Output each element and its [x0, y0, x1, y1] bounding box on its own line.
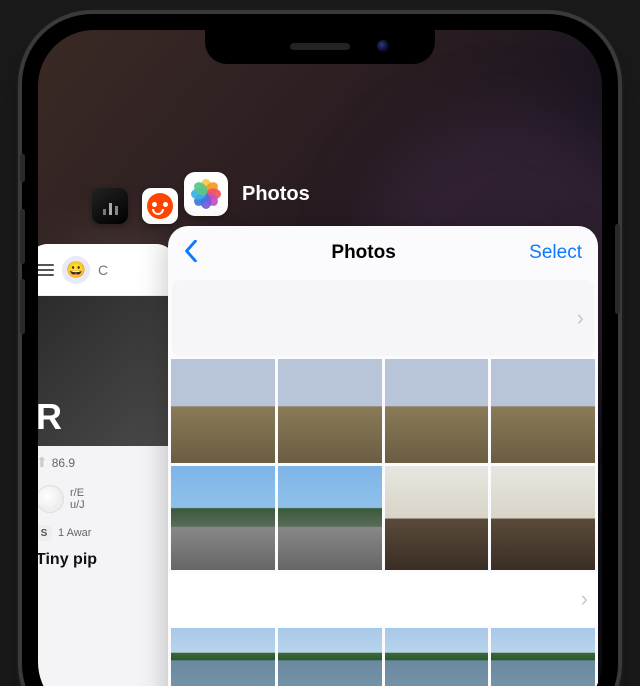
- subreddit-line: r/E: [70, 487, 85, 499]
- reddit-post-title: Tiny pip: [38, 547, 176, 573]
- notch: [205, 30, 435, 64]
- photo-thumbnail[interactable]: [278, 466, 382, 570]
- photo-thumbnail[interactable]: [278, 628, 382, 686]
- chevron-right-icon: ›: [577, 305, 584, 331]
- user-line: u/J: [70, 499, 85, 511]
- photo-thumbnail[interactable]: [491, 466, 595, 570]
- mute-switch[interactable]: [20, 154, 25, 182]
- volume-up-button[interactable]: [20, 209, 25, 264]
- reddit-search-fragment: C: [98, 262, 108, 278]
- screen: Photos 😀 C R ⬆ 86.9 r/E u/J: [38, 30, 602, 686]
- switcher-header-photos: Photos: [184, 172, 310, 216]
- photo-thumbnail[interactable]: [385, 359, 489, 463]
- chevron-right-icon: ›: [581, 586, 588, 612]
- award-text: 1 Awar: [58, 527, 91, 539]
- photos-nav-title: Photos: [331, 242, 395, 264]
- photos-icon: [190, 178, 222, 210]
- photo-thumbnail[interactable]: [278, 359, 382, 463]
- reddit-post-meta: r/E u/J: [38, 479, 176, 519]
- photos-grid: [168, 625, 598, 686]
- photo-thumbnail[interactable]: [491, 628, 595, 686]
- reddit-header: 😀 C: [38, 244, 176, 296]
- background-app-icon: [92, 188, 128, 224]
- reddit-post-image[interactable]: R: [38, 296, 176, 446]
- photos-section-header[interactable]: ›: [172, 280, 594, 356]
- select-button[interactable]: Select: [529, 242, 582, 264]
- reddit-award-row: S 1 Awar: [38, 519, 176, 547]
- switcher-card-photos[interactable]: Photos Select › ›: [168, 226, 598, 686]
- photos-grid: [168, 356, 598, 573]
- reddit-hero-letter: R: [38, 396, 62, 438]
- photo-thumbnail[interactable]: [385, 628, 489, 686]
- photo-thumbnail[interactable]: [491, 359, 595, 463]
- chevron-left-icon: [184, 240, 198, 262]
- switcher-card-reddit[interactable]: 😀 C R ⬆ 86.9 r/E u/J S 1 Awar Tiny: [38, 244, 176, 686]
- photo-thumbnail[interactable]: [171, 628, 275, 686]
- volume-down-button[interactable]: [20, 279, 25, 334]
- hamburger-icon[interactable]: [38, 264, 54, 276]
- photos-section-header[interactable]: ›: [168, 573, 598, 625]
- photo-thumbnail[interactable]: [171, 359, 275, 463]
- award-badge-icon: S: [38, 525, 52, 541]
- reddit-vote-row: ⬆ 86.9: [38, 446, 176, 479]
- reddit-app-icon: [142, 188, 178, 224]
- upvote-icon[interactable]: ⬆: [38, 454, 48, 471]
- iphone-frame: Photos 😀 C R ⬆ 86.9 r/E u/J: [22, 14, 618, 686]
- back-button[interactable]: [184, 240, 198, 267]
- speaker-grille: [290, 43, 350, 50]
- reddit-avatar-icon[interactable]: 😀: [62, 256, 90, 284]
- reddit-icon: [147, 193, 173, 219]
- photo-thumbnail[interactable]: [385, 466, 489, 570]
- switcher-header-reddit: [92, 188, 178, 224]
- power-button[interactable]: [615, 224, 620, 314]
- photos-app-label: Photos: [242, 183, 310, 206]
- photos-app-icon: [184, 172, 228, 216]
- front-camera: [377, 40, 389, 52]
- photos-navbar: Photos Select: [168, 226, 598, 280]
- subreddit-avatar-icon[interactable]: [38, 485, 64, 513]
- photo-thumbnail[interactable]: [171, 466, 275, 570]
- upvote-count: 86.9: [52, 456, 75, 470]
